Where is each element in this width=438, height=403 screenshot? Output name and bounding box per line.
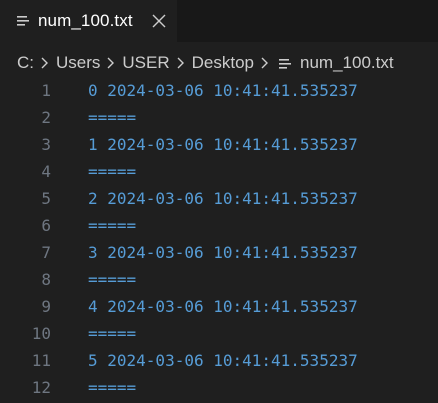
line-number: 7 (41, 243, 51, 262)
line-text[interactable]: ===== (88, 216, 136, 235)
breadcrumb: C: Users USER Desktop num_100.txt (0, 48, 438, 78)
line-text[interactable]: ===== (88, 270, 136, 289)
editor-line[interactable]: 9 4 2024-03-06 10:41:41.535237 (0, 293, 438, 320)
editor-line[interactable]: 3 1 2024-03-06 10:41:41.535237 (0, 131, 438, 158)
editor[interactable]: 1 0 2024-03-06 10:41:41.535237 2 ===== 3… (0, 77, 438, 403)
editor-line[interactable]: 1 0 2024-03-06 10:41:41.535237 (0, 77, 438, 104)
chevron-right-icon (259, 55, 271, 71)
editor-line[interactable]: 7 3 2024-03-06 10:41:41.535237 (0, 239, 438, 266)
breadcrumb-item-users[interactable]: Users (56, 53, 100, 73)
line-text[interactable]: ===== (88, 324, 136, 343)
line-text[interactable]: 0 2024-03-06 10:41:41.535237 (88, 81, 358, 100)
line-text[interactable]: 4 2024-03-06 10:41:41.535237 (88, 297, 358, 316)
tab-label: num_100.txt (38, 11, 133, 30)
editor-line[interactable]: 5 2 2024-03-06 10:41:41.535237 (0, 185, 438, 212)
editor-line[interactable]: 12 ===== (0, 374, 438, 401)
line-number: 2 (41, 108, 51, 127)
line-number: 12 (31, 378, 51, 397)
line-text[interactable]: 5 2024-03-06 10:41:41.535237 (88, 351, 358, 370)
chevron-right-icon (39, 55, 51, 71)
editor-line[interactable]: 11 5 2024-03-06 10:41:41.535237 (0, 347, 438, 374)
editor-line[interactable]: 10 ===== (0, 320, 438, 347)
breadcrumb-item-drive[interactable]: C: (17, 53, 34, 73)
line-number: 6 (41, 216, 51, 235)
line-text[interactable]: 2 2024-03-06 10:41:41.535237 (88, 189, 358, 208)
line-number: 10 (31, 324, 51, 343)
line-text[interactable]: ===== (88, 108, 136, 127)
line-number: 5 (41, 189, 51, 208)
editor-tab[interactable]: num_100.txt (0, 0, 177, 42)
line-number: 4 (41, 162, 51, 181)
close-icon[interactable] (150, 12, 168, 30)
breadcrumb-item-desktop[interactable]: Desktop (192, 53, 254, 73)
text-file-icon (16, 14, 30, 28)
text-file-icon (278, 56, 292, 70)
chevron-right-icon (175, 55, 187, 71)
editor-line[interactable]: 4 ===== (0, 158, 438, 185)
line-text[interactable]: ===== (88, 378, 136, 397)
line-number: 8 (41, 270, 51, 289)
line-number: 1 (41, 81, 51, 100)
line-text[interactable]: 1 2024-03-06 10:41:41.535237 (88, 135, 358, 154)
tab-bar: num_100.txt (0, 0, 438, 42)
editor-line[interactable]: 2 ===== (0, 104, 438, 131)
line-number: 9 (41, 297, 51, 316)
editor-line[interactable]: 8 ===== (0, 266, 438, 293)
chevron-right-icon (105, 55, 117, 71)
editor-line[interactable]: 6 ===== (0, 212, 438, 239)
breadcrumb-item-file[interactable]: num_100.txt (300, 53, 394, 73)
line-number: 11 (31, 351, 51, 370)
line-number: 3 (41, 135, 51, 154)
breadcrumb-item-user[interactable]: USER (122, 53, 169, 73)
line-text[interactable]: ===== (88, 162, 136, 181)
line-text[interactable]: 3 2024-03-06 10:41:41.535237 (88, 243, 358, 262)
